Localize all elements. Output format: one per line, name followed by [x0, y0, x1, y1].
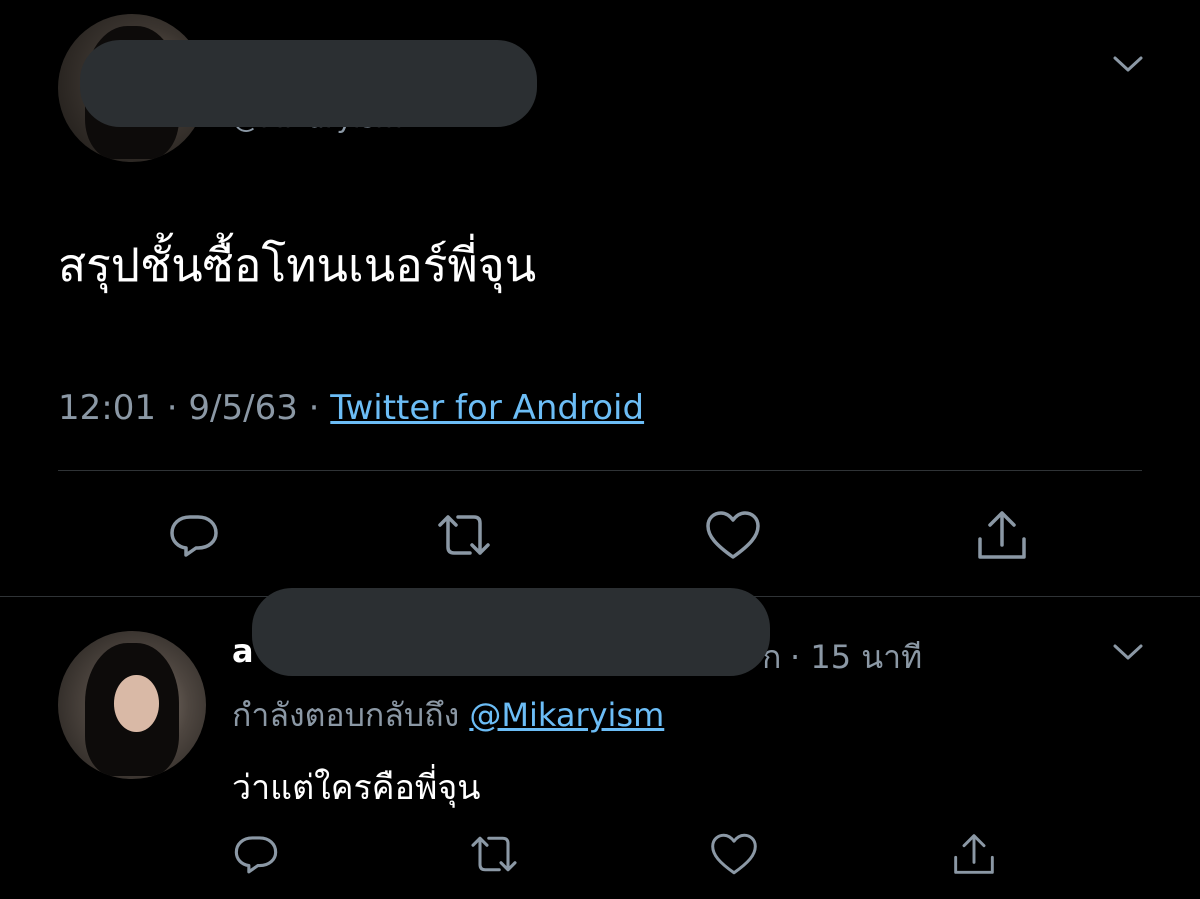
reply-icon[interactable]	[162, 503, 226, 567]
tweet-text: สรุปชั้นซื้อโทนเนอร์พี่จุน	[58, 238, 537, 292]
tweet-meta: 12:01 · 9/5/63 · Twitter for Android	[58, 388, 644, 428]
retweet-icon[interactable]	[432, 503, 496, 567]
share-icon[interactable]	[970, 503, 1034, 567]
reply-display-name[interactable]: a	[232, 632, 254, 670]
reply-text: ว่าแต่ใครคือพี่จุน	[232, 768, 481, 808]
meta-separator: ·	[166, 388, 178, 428]
mention-link[interactable]: @Mikaryism	[469, 696, 664, 734]
redaction-block	[252, 588, 770, 676]
replying-to: กำลังตอบกลับถึง @Mikaryism	[232, 690, 664, 741]
reply-time: · 15 นาที	[790, 638, 923, 676]
share-icon[interactable]	[946, 826, 1002, 882]
tweet-time: 12:01	[58, 388, 156, 428]
avatar[interactable]	[58, 631, 206, 779]
reply-icon[interactable]	[228, 826, 284, 882]
redaction-block	[80, 40, 537, 127]
chevron-down-icon[interactable]	[1110, 634, 1146, 670]
replying-to-label: กำลังตอบกลับถึง	[232, 696, 460, 734]
avatar-face	[114, 675, 159, 732]
chevron-down-icon[interactable]	[1110, 46, 1146, 82]
heart-icon[interactable]	[706, 826, 762, 882]
meta-separator: ·	[308, 388, 320, 428]
tweet-source-link[interactable]: Twitter for Android	[330, 388, 644, 428]
tweet-date: 9/5/63	[188, 388, 298, 428]
heart-icon[interactable]	[701, 503, 765, 567]
retweet-icon[interactable]	[466, 826, 522, 882]
divider	[58, 470, 1142, 471]
